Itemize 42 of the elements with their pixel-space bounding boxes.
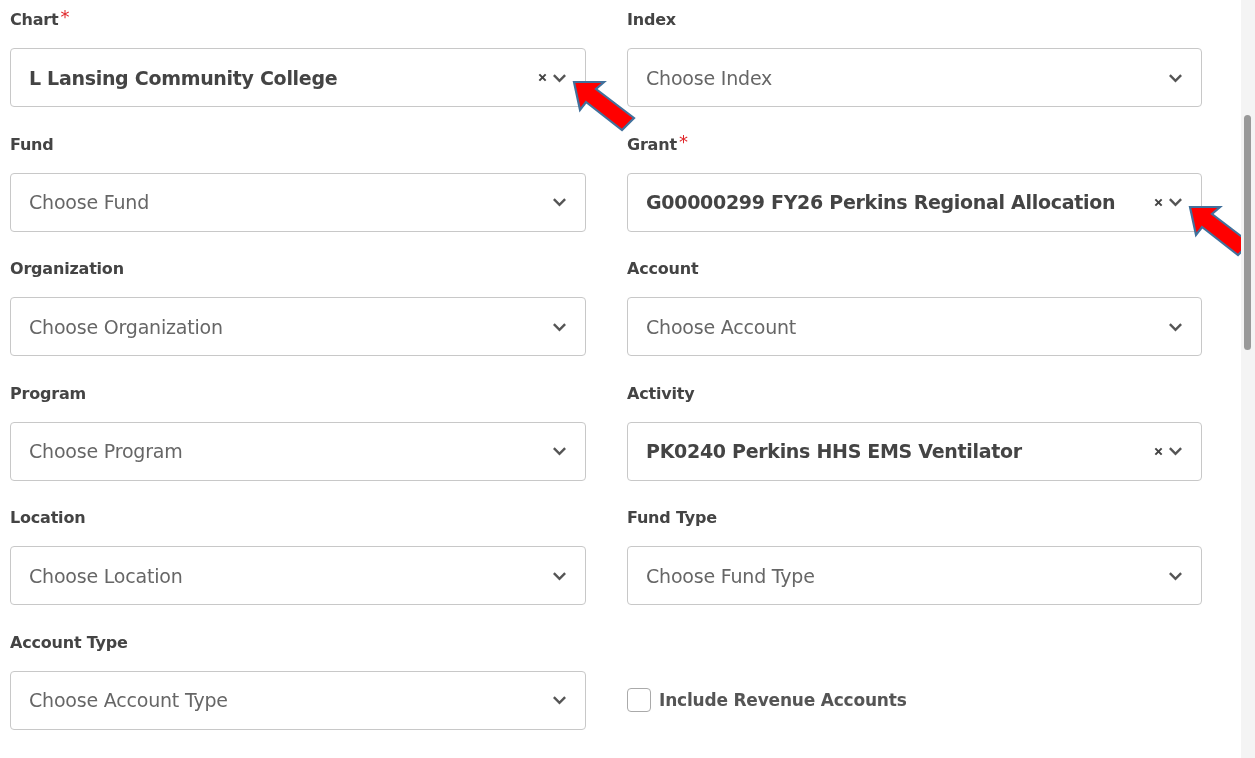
chevron-down-icon[interactable] [552, 321, 567, 332]
field-label: Chart [10, 9, 59, 31]
field-label: Activity [627, 382, 695, 405]
chevron-down-icon[interactable] [552, 570, 567, 581]
chevron-down-icon[interactable] [552, 197, 567, 207]
checkbox-label: Include Revenue Accounts [659, 690, 907, 710]
checkbox[interactable] [627, 688, 651, 712]
select-field[interactable]: Choose Account Type [10, 670, 586, 730]
select-field[interactable]: Choose Organization [10, 297, 586, 356]
clear-icon[interactable] [1154, 197, 1163, 207]
select-field[interactable]: Choose Fund Type [627, 546, 1202, 605]
field-label: Fund Type [627, 507, 717, 529]
select-field[interactable]: Choose Program [10, 421, 586, 481]
chevron-down-icon[interactable] [552, 446, 567, 456]
select-field[interactable]: Choose Account [627, 297, 1202, 356]
field-label: Program [10, 382, 87, 405]
scrollbar-thumb[interactable] [1244, 115, 1251, 350]
chevron-down-icon[interactable] [1168, 570, 1183, 581]
required-asterisk: * [60, 8, 70, 26]
field-label: Index [627, 9, 676, 31]
chevron-down-icon[interactable] [1168, 72, 1183, 83]
select-field[interactable]: L Lansing Community College [10, 48, 586, 107]
select-field[interactable]: Choose Location [10, 546, 586, 605]
clear-icon[interactable] [538, 73, 547, 82]
chevron-down-icon[interactable] [1168, 321, 1183, 332]
field-label: Account Type [10, 631, 128, 654]
select-field[interactable]: Choose Index [627, 48, 1202, 107]
clear-icon[interactable] [1154, 446, 1163, 456]
field-label: Organization [10, 258, 124, 280]
field-label: Fund [10, 133, 54, 156]
field-label: Account [627, 258, 699, 280]
chevron-down-icon[interactable] [1168, 197, 1183, 207]
field-label: Grant [627, 133, 677, 156]
select-field[interactable]: PK0240 Perkins HHS EMS Ventilator [627, 421, 1202, 481]
chevron-down-icon[interactable] [1168, 446, 1183, 456]
required-asterisk: * [678, 132, 688, 151]
chevron-down-icon[interactable] [552, 72, 567, 83]
field-label: Location [10, 507, 86, 529]
select-field[interactable]: G00000299 FY26 Perkins Regional Allocation [627, 172, 1202, 232]
scrollbar[interactable] [1241, 0, 1255, 758]
chevron-down-icon[interactable] [552, 695, 567, 705]
select-field[interactable]: Choose Fund [10, 172, 586, 232]
